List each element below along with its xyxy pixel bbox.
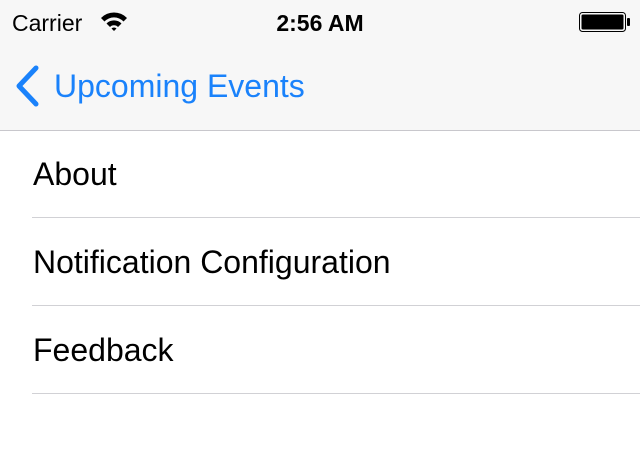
menu-item-feedback[interactable]: Feedback bbox=[0, 307, 640, 395]
navigation-bar: Upcoming Events bbox=[0, 42, 640, 130]
row-separator bbox=[32, 393, 640, 394]
row-separator bbox=[32, 217, 640, 218]
status-bar: Carrier 2:56 AM bbox=[0, 0, 640, 42]
chevron-left-icon bbox=[14, 65, 42, 107]
menu-item-label: Notification Configuration bbox=[33, 244, 391, 280]
menu-item-notification-configuration[interactable]: Notification Configuration bbox=[0, 219, 640, 307]
menu-item-about[interactable]: About bbox=[0, 131, 640, 219]
menu-item-label: About bbox=[33, 156, 117, 192]
back-button-label: Upcoming Events bbox=[54, 68, 305, 104]
status-time: 2:56 AM bbox=[276, 10, 364, 36]
back-button[interactable]: Upcoming Events bbox=[14, 64, 305, 108]
menu-item-label: Feedback bbox=[33, 332, 174, 368]
top-chrome: Carrier 2:56 AM Upcoming Events bbox=[0, 0, 640, 131]
battery-icon bbox=[579, 12, 631, 32]
row-separator bbox=[32, 305, 640, 306]
settings-menu-list: About Notification Configuration Feedbac… bbox=[0, 131, 640, 395]
